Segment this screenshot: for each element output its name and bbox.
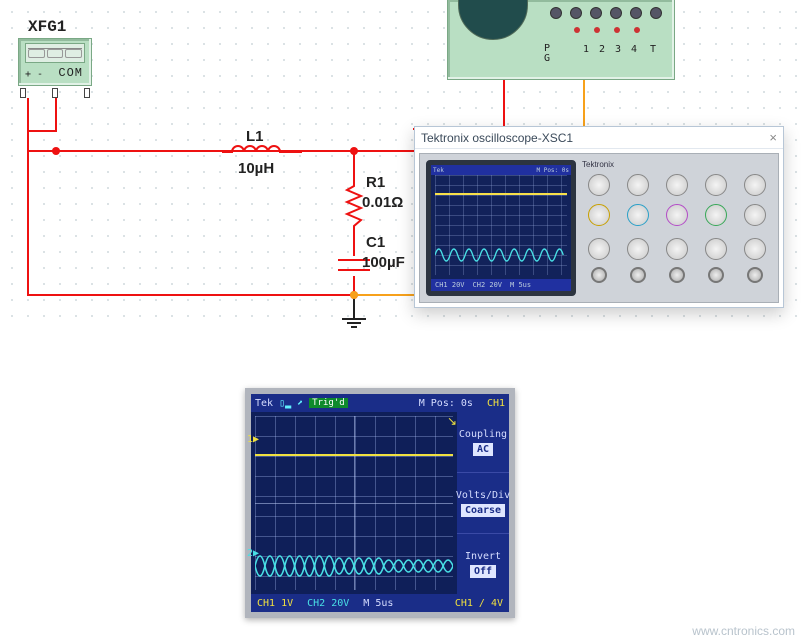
trigger-arrow-icon: ↘: [447, 414, 457, 428]
timebase: M 5us: [363, 598, 393, 609]
fn-gen-polarity: + -: [25, 69, 43, 80]
scope-window-title: Tektronix oscilloscope-XSC1: [421, 131, 573, 145]
run-icon: ▯▂: [279, 398, 291, 409]
mpos-label: M Pos: 0s: [419, 398, 473, 409]
invert-value[interactable]: Off: [470, 565, 496, 578]
fn-gen-name: XFG1: [28, 18, 66, 36]
trigger-readout: CH1 / 4V: [455, 598, 503, 609]
watermark: www.cntronics.com: [692, 624, 795, 638]
l1-value: 10µH: [238, 160, 274, 177]
knob-icon[interactable]: [627, 238, 649, 260]
fn-gen-terminals: [20, 88, 90, 98]
knob-icon[interactable]: [705, 174, 727, 196]
knob-icon[interactable]: [744, 204, 766, 226]
knob-icon[interactable]: [705, 238, 727, 260]
r1-value: 0.01Ω: [362, 194, 403, 211]
scope-mini-display: Tek M Pos: 0s CH1 20V CH2 20V M 5us: [426, 160, 576, 296]
knob-icon[interactable]: [588, 174, 610, 196]
ch1-scale: CH1 1V: [257, 598, 293, 609]
fn-gen-com-label: COM: [58, 66, 83, 80]
invert-label: Invert: [465, 551, 501, 562]
inductor-l1: [222, 142, 302, 162]
knob-icon[interactable]: [744, 174, 766, 196]
oscilloscope-display: Tek ▯▂ ⬈ Trig'd M Pos: 0s CH1 Coupling A…: [245, 388, 515, 618]
c1-name: C1: [366, 234, 385, 251]
knob-icon[interactable]: [588, 238, 610, 260]
knob-icon[interactable]: [627, 204, 649, 226]
r1-name: R1: [366, 174, 385, 191]
bnc-port-icon[interactable]: [591, 267, 607, 283]
ch1-marker: 1▶: [247, 434, 259, 445]
knob-icon[interactable]: [666, 204, 688, 226]
knob-icon[interactable]: [744, 238, 766, 260]
voltsdiv-value[interactable]: Coarse: [461, 504, 505, 517]
oscilloscope-window[interactable]: Tektronix oscilloscope-XSC1 × Tek M Pos:…: [414, 126, 784, 308]
ch1-trace: [255, 454, 453, 456]
sidebar-menu[interactable]: Coupling AC Volts/Div Coarse Invert Off: [457, 412, 509, 594]
voltsdiv-label: Volts/Div: [456, 490, 510, 501]
ch2-scale: CH2 20V: [307, 598, 349, 609]
scope-brand: Tektronix: [582, 160, 772, 169]
knob-icon[interactable]: [705, 204, 727, 226]
c1-value: 100µF: [362, 254, 405, 271]
knob-icon[interactable]: [666, 238, 688, 260]
knob-icon[interactable]: [666, 174, 688, 196]
scope-panel: Tektronix: [582, 160, 772, 296]
ground-icon: [340, 310, 368, 332]
coupling-value[interactable]: AC: [473, 443, 493, 456]
tek-label: Tek: [255, 398, 273, 409]
bnc-port-icon[interactable]: [630, 267, 646, 283]
junction: [350, 147, 358, 155]
ch2-trace: [255, 544, 453, 588]
bnc-port-icon[interactable]: [747, 267, 763, 283]
function-generator[interactable]: + - COM: [18, 38, 92, 86]
bnc-port-icon[interactable]: [669, 267, 685, 283]
knob-icon[interactable]: [588, 204, 610, 226]
bnc-port-icon[interactable]: [708, 267, 724, 283]
active-channel: CH1: [487, 398, 505, 409]
coupling-label: Coupling: [459, 429, 507, 440]
trigger-status: Trig'd: [309, 398, 348, 408]
junction: [52, 147, 60, 155]
channel-labels: 1 2 3 4 T: [580, 44, 662, 55]
resistor-r1: [344, 180, 364, 238]
close-icon[interactable]: ×: [769, 130, 777, 145]
oscilloscope-block[interactable]: PG 1 2 3 4 T: [447, 0, 675, 80]
knob-icon[interactable]: [627, 174, 649, 196]
trigger-edge-icon: ⬈: [297, 398, 303, 409]
pg-labels: PG: [544, 44, 550, 64]
